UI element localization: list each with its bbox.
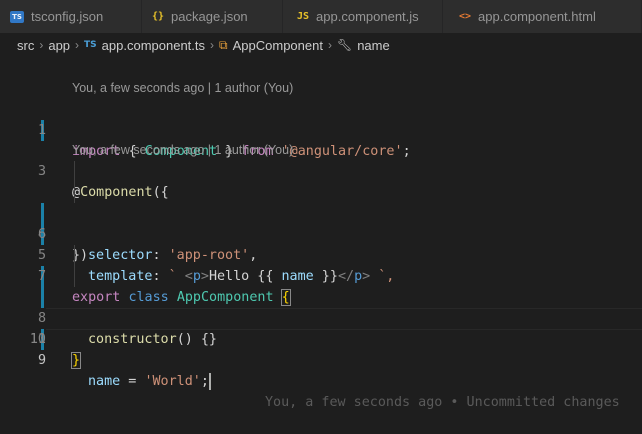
chevron-right-icon: › <box>210 38 215 52</box>
typescript-file-icon: TS <box>84 40 97 50</box>
tab-label: tsconfig.json <box>31 9 104 24</box>
code-text: } <box>70 350 82 371</box>
code-line-4[interactable]: 4 selector: 'app-root', <box>0 161 642 263</box>
code-text: name = 'World'; <box>88 372 211 390</box>
html-icon: <> <box>459 11 472 22</box>
indent-guide <box>74 182 75 203</box>
class-symbol-icon: ⧉ <box>219 37 228 52</box>
breadcrumb: src › app › TS app.component.ts › ⧉ AppC… <box>0 33 642 57</box>
chevron-right-icon: › <box>39 38 44 52</box>
tab-label: package.json <box>171 9 248 24</box>
matching-bracket: } <box>70 352 82 369</box>
breadcrumb-app[interactable]: app <box>48 38 70 53</box>
tab-app-component-js[interactable]: JS app.component.js <box>283 0 443 33</box>
code-editor[interactable]: You, a few seconds ago | 1 author (You) … <box>0 57 642 410</box>
code-line-8[interactable]: 8 constructor() {} <box>0 245 642 347</box>
indent-guide <box>74 161 75 182</box>
breadcrumb-class[interactable]: AppComponent <box>233 38 323 53</box>
breadcrumb-property[interactable]: name <box>357 38 390 53</box>
code-line-6[interactable]: 6 }) <box>0 203 642 263</box>
typescript-config-icon: TS <box>10 10 24 23</box>
code-text: constructor() {} <box>88 332 217 347</box>
tab-label: app.component.html <box>478 9 596 24</box>
codelens-line: You, a few seconds ago | 1 author (You) <box>0 57 642 95</box>
text-cursor <box>208 372 211 390</box>
code-line-7[interactable]: 7 export class AppComponent { <box>0 224 642 306</box>
code-line-3[interactable]: 3 @Component({ <box>0 140 642 200</box>
property-wrench-icon: 🔧︎ <box>336 38 353 52</box>
tab-bar: TS tsconfig.json {} package.json JS app.… <box>0 0 642 33</box>
chevron-right-icon: › <box>75 38 80 52</box>
code-line-9[interactable]: 9 name = 'World'; You, a few seconds ago… <box>0 266 642 410</box>
codelens-line: You, a few seconds ago | 1 author (You) <box>0 119 642 157</box>
code-line-11[interactable]: 11 <box>0 308 642 347</box>
tab-app-component-html[interactable]: <> app.component.html <box>443 0 642 33</box>
tab-tsconfig-json[interactable]: TS tsconfig.json <box>0 0 142 33</box>
indent-guide <box>74 245 75 266</box>
javascript-icon: JS <box>297 11 310 22</box>
code-line-1[interactable]: 1 import { Component } from '@angular/co… <box>0 78 642 159</box>
code-line-10[interactable]: 10 } <box>0 287 642 369</box>
line-number: 11 <box>29 332 46 347</box>
tab-package-json[interactable]: {} package.json <box>142 0 283 33</box>
breadcrumb-src[interactable]: src <box>17 38 34 53</box>
chevron-right-icon: › <box>327 38 332 52</box>
tab-label: app.component.js <box>316 9 419 24</box>
breadcrumb-file[interactable]: app.component.ts <box>102 38 205 53</box>
inline-blame: You, a few seconds ago • Uncommitted cha… <box>265 395 620 410</box>
indent-guide <box>74 266 75 287</box>
code-line-5[interactable]: 5 template: ` <p>Hello {{ name }}</p> `, <box>0 182 642 284</box>
json-braces-icon: {} <box>152 11 165 22</box>
